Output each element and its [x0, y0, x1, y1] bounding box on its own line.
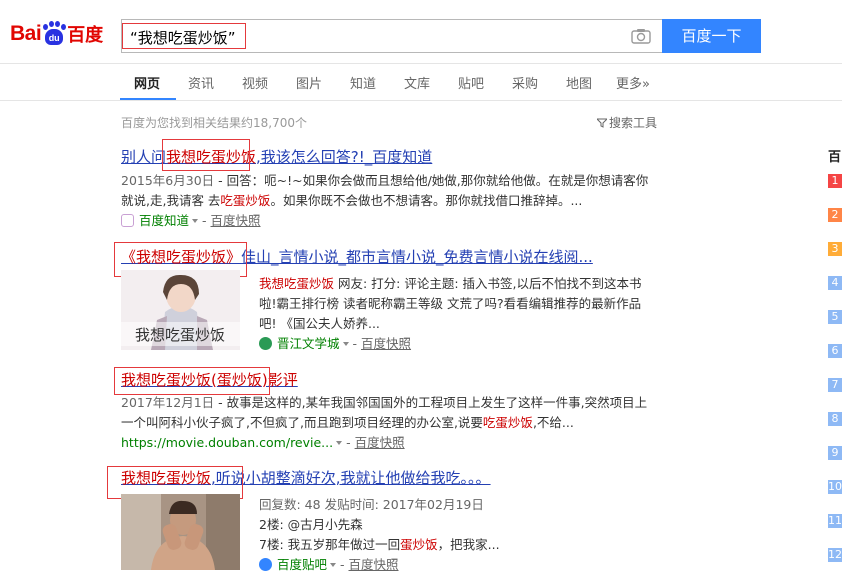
- result-abstract-line: 啦!霸王排行榜 读者昵称霸王等级 文荒了吗?看看编辑推荐的最新作品: [259, 296, 642, 311]
- rank-badge: 2: [828, 208, 842, 222]
- paw-icon: du: [42, 21, 67, 47]
- header: Bai du 百度 百度一下: [0, 0, 842, 64]
- rank-badge: 9: [828, 446, 842, 460]
- reply-count: 回复数: 48 发贴时间: 2017年02月19日: [259, 497, 484, 512]
- logo-du-text: du: [45, 29, 64, 45]
- tieba-icon: [259, 558, 272, 571]
- rank-badge: 4: [828, 276, 842, 290]
- rank-badge: 1: [828, 174, 842, 188]
- tab-tieba[interactable]: 贴吧: [458, 73, 484, 92]
- query-annotation-box: [122, 23, 246, 49]
- active-tab-indicator: [120, 98, 176, 100]
- rank-badge: 3: [828, 242, 842, 256]
- baidu-logo[interactable]: Bai du 百度: [10, 16, 114, 52]
- snapshot-link[interactable]: 百度快照: [349, 557, 399, 572]
- search-tabs: 网页 资讯 视频 图片 知道 文库 贴吧 采购 地图 更多»: [0, 64, 842, 101]
- result-source: 百度贴吧 - 百度快照: [259, 555, 669, 575]
- tab-video[interactable]: 视频: [242, 73, 268, 92]
- jjwxc-icon: [259, 337, 272, 350]
- post-image-thumbnail[interactable]: [121, 494, 240, 570]
- hot-list-heading: 百: [828, 150, 842, 165]
- result-source: 晋江文学城 - 百度快照: [259, 334, 669, 354]
- tab-map[interactable]: 地图: [566, 73, 592, 92]
- search-tools-label: 搜索工具: [609, 116, 658, 130]
- result-abstract-line: 就说,走,我请客 去吃蛋炒饭。如果你既不会做也不想请客。那你就找借口推辞掉。..…: [121, 193, 583, 208]
- tab-zhidao[interactable]: 知道: [350, 73, 376, 92]
- search-button[interactable]: 百度一下: [662, 19, 761, 53]
- tab-news[interactable]: 资讯: [188, 73, 214, 92]
- tab-images[interactable]: 图片: [296, 73, 322, 92]
- result-count: 百度为您找到相关结果约18,700个: [121, 116, 307, 130]
- chevron-down-icon[interactable]: [330, 562, 337, 567]
- tab-more[interactable]: 更多»: [616, 73, 650, 92]
- result-source: 百度知道 - 百度快照: [121, 211, 666, 231]
- rank-badge: 6: [828, 344, 842, 358]
- result-abstract: 我想吃蛋炒饭 网友: 打分: 评论主题: 插入书签,以后不怕找不到这本书: [259, 276, 642, 291]
- snapshot-link[interactable]: 百度快照: [361, 336, 411, 351]
- camera-icon[interactable]: [631, 28, 651, 44]
- result-source: https://movie.douban.com/revie... - 百度快照: [121, 435, 405, 450]
- result-abstract: 2015年6月30日 - 回答：呃~!~如果你会做而且想给他/她做,那你就给他做…: [121, 173, 649, 188]
- rank-badge: 5: [828, 310, 842, 324]
- snapshot-link[interactable]: 百度快照: [355, 435, 405, 450]
- tab-web[interactable]: 网页: [134, 73, 160, 92]
- tab-wenku[interactable]: 文库: [404, 73, 430, 92]
- logo-bai-text: Bai: [10, 22, 42, 45]
- result-url-link[interactable]: https://movie.douban.com/revie...: [121, 435, 333, 450]
- result-body: 回复数: 48 发贴时间: 2017年02月19日 2楼: @古月小先森 7楼:…: [259, 495, 669, 575]
- source-site-link[interactable]: 百度知道: [139, 213, 189, 228]
- logo-cn-text: 百度: [67, 25, 104, 46]
- zhidao-icon: [121, 214, 134, 227]
- source-site-link[interactable]: 晋江文学城: [277, 336, 340, 351]
- rank-badge: 11: [828, 514, 842, 528]
- snapshot-link[interactable]: 百度快照: [211, 213, 261, 228]
- tab-caigou[interactable]: 采购: [512, 73, 538, 92]
- result-body: 我想吃蛋炒饭 网友: 打分: 评论主题: 插入书签,以后不怕找不到这本书 啦!霸…: [259, 274, 669, 354]
- book-cover-thumbnail[interactable]: 我想吃蛋炒饭: [121, 270, 240, 350]
- rank-badge: 7: [828, 378, 842, 392]
- result-abstract-line: 一个叫阿科小伙子疯了,不但疯了,而且跑到项目经理的办公室,说要吃蛋炒饭,不给..…: [121, 415, 574, 430]
- result-abstract: 2017年12月1日 - 故事是这样的,某年我国邻国国外的工程项目上发生了这样一…: [121, 395, 648, 410]
- annotation-box: [162, 139, 250, 171]
- result-abstract-line: 吧! 《国公夫人娇养...: [259, 316, 380, 331]
- rank-badge: 8: [828, 412, 842, 426]
- chevron-down-icon[interactable]: [192, 218, 199, 223]
- source-site-link[interactable]: 百度贴吧: [277, 557, 327, 572]
- filter-icon: [595, 118, 609, 128]
- reply-line: 7楼: 我五岁那年做过一回蛋炒饭，把我家...: [259, 537, 500, 552]
- rank-badge: 12: [828, 548, 842, 562]
- chevron-down-icon[interactable]: [336, 440, 343, 445]
- thumbnail-caption: 我想吃蛋炒饭: [135, 326, 225, 344]
- chevron-down-icon[interactable]: [342, 341, 349, 346]
- search-tools-button[interactable]: 搜索工具: [595, 114, 658, 131]
- reply-line: 2楼: @古月小先森: [259, 517, 363, 532]
- rank-badge: 10: [828, 480, 842, 494]
- annotation-box: [114, 367, 270, 395]
- search-box[interactable]: [121, 19, 662, 53]
